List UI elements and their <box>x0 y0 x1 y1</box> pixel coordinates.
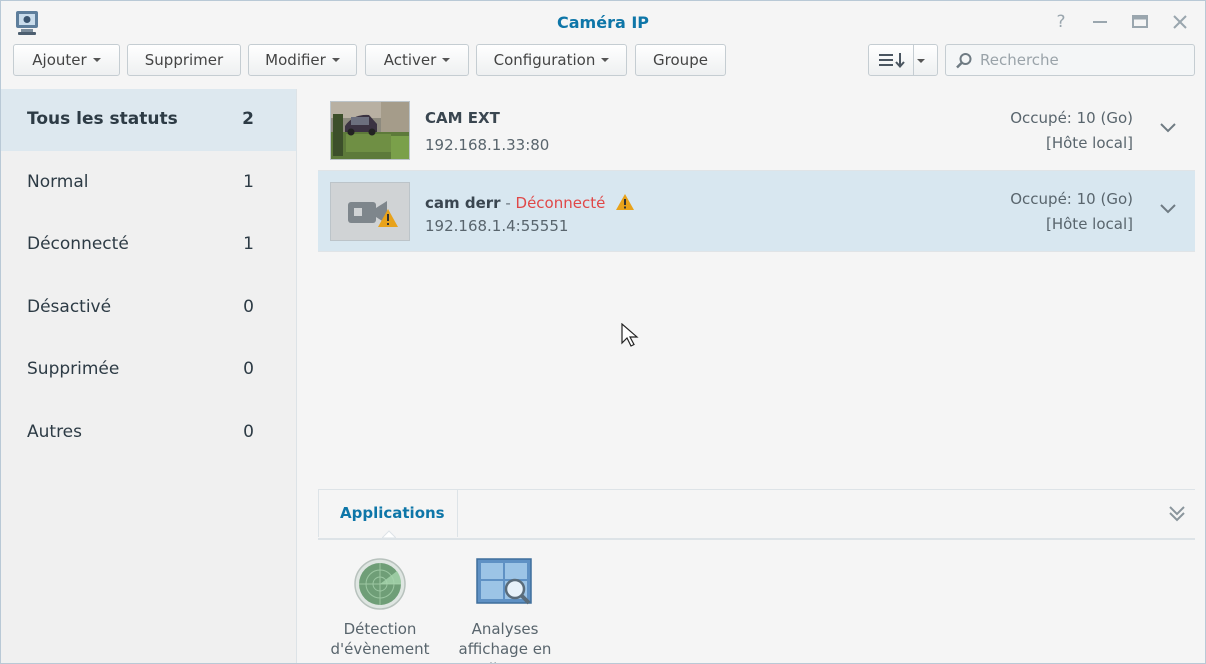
sidebar-item-normal[interactable]: Normal 1 <box>1 152 296 214</box>
status-sidebar: Tous les statuts 2 Normal 1 Déconnecté 1… <box>1 89 297 663</box>
app-label: Analyses affichage en direct <box>458 620 552 663</box>
camera-ip: 192.168.1.4:55551 <box>425 217 569 235</box>
camera-storage-used: Occupé: 10 (Go) <box>1010 190 1133 208</box>
sort-list-icon <box>879 53 905 68</box>
app-label: Détection d'évènement <box>330 620 430 658</box>
ip-camera-window: Caméra IP ? Ajouter Supprimer Modifier A… <box>0 0 1206 664</box>
warning-icon <box>615 194 634 210</box>
active-tab-pointer <box>382 530 396 538</box>
camera-thumbnail <box>330 101 410 160</box>
chevron-down-icon <box>601 57 610 62</box>
sidebar-item-label: Supprimée <box>27 359 120 379</box>
camera-ip: 192.168.1.33:80 <box>425 136 550 154</box>
sidebar-item-others[interactable]: Autres 0 <box>1 402 296 464</box>
add-button[interactable]: Ajouter <box>13 44 120 76</box>
camera-offline-icon <box>331 183 409 240</box>
camera-host: [Hôte local] <box>1046 215 1133 233</box>
live-view-analytics-icon <box>476 558 532 605</box>
sidebar-item-label: Normal <box>27 172 89 192</box>
enable-button-label: Activer <box>383 51 437 69</box>
sort-dropdown-icon[interactable] <box>917 59 925 63</box>
sidebar-item-label: Autres <box>27 422 83 442</box>
sidebar-item-count: 0 <box>243 297 254 317</box>
configuration-button[interactable]: Configuration <box>476 44 627 76</box>
edit-button[interactable]: Modifier <box>248 44 357 76</box>
sidebar-item-label: Déconnecté <box>27 234 129 254</box>
sidebar-item-disconnected[interactable]: Déconnecté 1 <box>1 214 296 276</box>
sidebar-item-count: 1 <box>243 172 254 192</box>
search-box[interactable] <box>945 44 1195 76</box>
chevron-down-icon <box>92 57 101 62</box>
add-button-label: Ajouter <box>32 51 87 69</box>
delete-button-label: Supprimer <box>144 51 224 69</box>
camera-name: CAM EXT <box>425 109 500 127</box>
search-icon <box>956 53 972 69</box>
camera-row[interactable]: CAM EXT 192.168.1.33:80 Occupé: 10 (Go) … <box>318 90 1195 171</box>
radar-icon <box>354 558 406 610</box>
chevron-down-icon <box>331 57 340 62</box>
camera-row[interactable]: cam derr - Déconnecté 192.168.1.4:55551 … <box>318 171 1195 252</box>
tab-applications-label: Applications <box>340 504 445 522</box>
mouse-cursor-icon <box>621 323 639 347</box>
chevron-down-icon <box>442 57 451 62</box>
applications-panel-header: Applications <box>318 489 1195 540</box>
sidebar-item-count: 0 <box>243 422 254 442</box>
search-input[interactable] <box>980 50 1185 70</box>
group-button-label: Groupe <box>653 51 708 69</box>
collapse-panel-icon[interactable] <box>1167 504 1187 524</box>
delete-button[interactable]: Supprimer <box>127 44 241 76</box>
sidebar-item-count: 2 <box>242 109 254 129</box>
help-icon[interactable]: ? <box>1050 11 1072 33</box>
sort-separator <box>913 45 914 75</box>
sidebar-item-count: 1 <box>243 234 254 254</box>
camera-status: Déconnecté <box>515 194 606 212</box>
maximize-icon[interactable] <box>1129 11 1151 33</box>
window-title: Caméra IP <box>557 13 649 32</box>
enable-button[interactable]: Activer <box>365 44 469 76</box>
camera-name: cam derr <box>425 194 501 212</box>
sidebar-item-deleted[interactable]: Supprimée 0 <box>1 339 296 401</box>
edit-button-label: Modifier <box>265 51 326 69</box>
camera-name-line: cam derr - Déconnecté <box>425 190 635 212</box>
camera-host: [Hôte local] <box>1046 134 1133 152</box>
chevron-down-icon[interactable] <box>1159 120 1177 134</box>
minimize-icon[interactable] <box>1089 11 1111 33</box>
app-live-view-analytics[interactable]: Analyses affichage en direct <box>450 557 560 663</box>
title-bar: Caméra IP ? <box>1 1 1205 41</box>
chevron-down-icon[interactable] <box>1159 201 1177 215</box>
close-icon[interactable] <box>1169 11 1191 33</box>
app-event-detection[interactable]: Détection d'évènement <box>325 557 435 659</box>
group-button[interactable]: Groupe <box>635 44 726 76</box>
sidebar-item-label: Tous les statuts <box>27 109 178 129</box>
camera-separator: - <box>500 194 516 212</box>
configuration-button-label: Configuration <box>493 51 596 69</box>
sort-button[interactable] <box>868 44 938 76</box>
sidebar-item-all-statuses[interactable]: Tous les statuts 2 <box>1 89 296 151</box>
sidebar-item-label: Désactivé <box>27 297 112 317</box>
sidebar-item-disabled[interactable]: Désactivé 0 <box>1 277 296 339</box>
camera-thumbnail <box>330 182 410 241</box>
camera-storage-used: Occupé: 10 (Go) <box>1010 109 1133 127</box>
sidebar-item-count: 0 <box>243 359 254 379</box>
toolbar: Ajouter Supprimer Modifier Activer Confi… <box>1 41 1205 87</box>
